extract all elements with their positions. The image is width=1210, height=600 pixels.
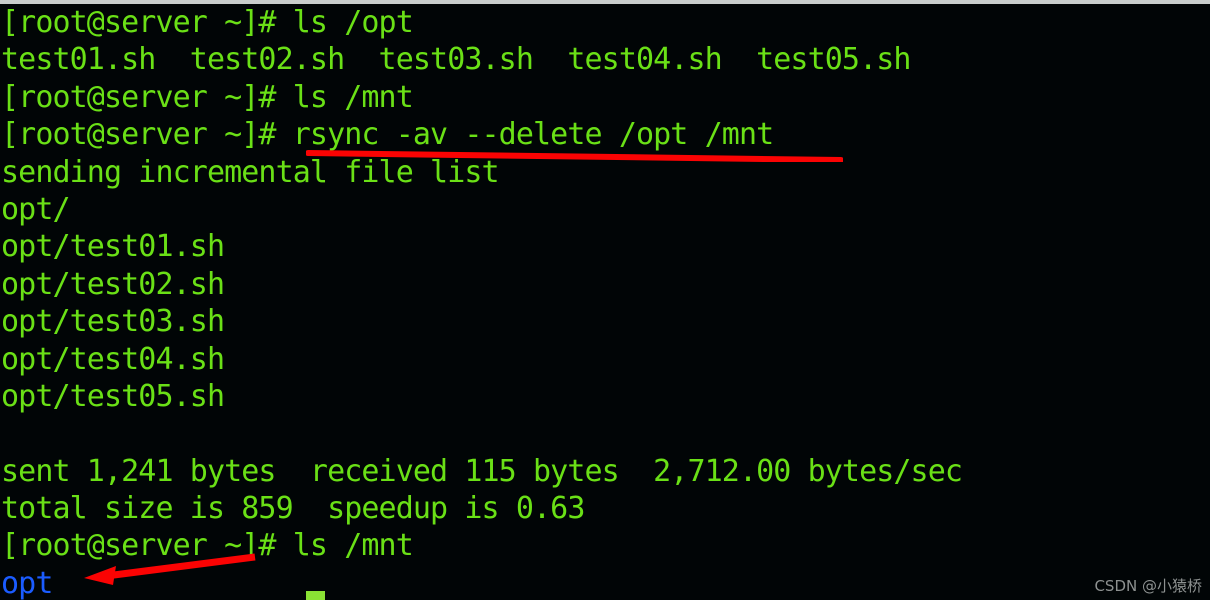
- terminal-line-opt-test05: opt/test05.sh: [1, 378, 225, 414]
- terminal-line-opt-test02: opt/test02.sh: [1, 266, 225, 302]
- terminal-line-sending-file-list: sending incremental file list: [1, 154, 500, 190]
- terminal-line-prompt-ls-opt: [root@server ~]# ls /opt: [1, 5, 414, 40]
- terminal-line-prompt-rsync: [root@server ~]# rsync -av --delete /opt…: [1, 117, 774, 153]
- terminal-window[interactable]: [root@server ~]# ls /opt test01.sh test0…: [0, 0, 1210, 600]
- terminal-line-opt-listing: test01.sh test02.sh test03.sh test04.sh …: [1, 42, 911, 78]
- terminal-output-area[interactable]: [root@server ~]# ls /opt test01.sh test0…: [0, 4, 1210, 600]
- terminal-line-prompt-ls-mnt-2: [root@server ~]# ls /mnt: [1, 528, 414, 564]
- terminal-line-opt-test01: opt/test01.sh: [1, 229, 225, 265]
- terminal-line-total-size: total size is 859 speedup is 0.63: [1, 491, 585, 527]
- terminal-line-opt-test03: opt/test03.sh: [1, 304, 225, 340]
- terminal-line-opt-dir: opt/: [1, 191, 71, 227]
- terminal-line-mnt-opt-dir: opt: [1, 565, 53, 600]
- terminal-line-opt-test04: opt/test04.sh: [1, 341, 225, 377]
- terminal-line-prompt-ls-mnt: [root@server ~]# ls /mnt: [1, 79, 414, 115]
- terminal-cursor-block: [306, 591, 325, 600]
- csdn-watermark: CSDN @小猿桥: [1094, 577, 1202, 595]
- terminal-line-transfer-stats: sent 1,241 bytes received 115 bytes 2,71…: [1, 453, 963, 489]
